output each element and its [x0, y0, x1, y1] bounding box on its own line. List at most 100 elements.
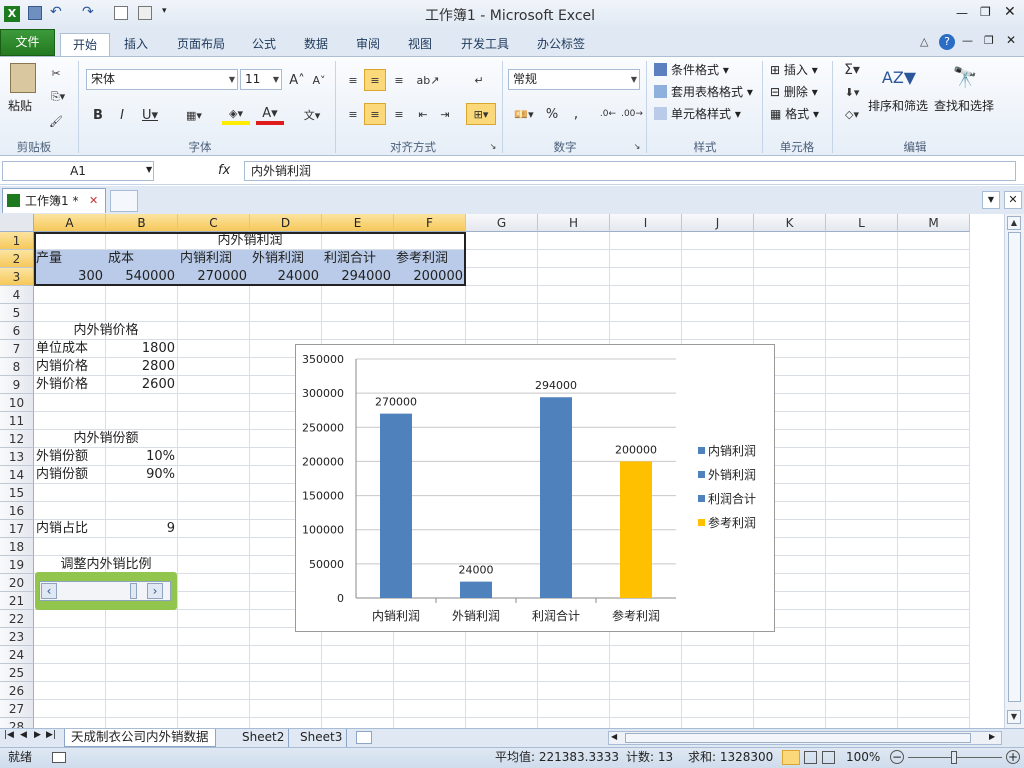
italic-icon[interactable]: I — [114, 107, 130, 123]
row-header[interactable]: 16 — [0, 502, 34, 520]
workbook-close-button[interactable]: ✕ — [1006, 33, 1016, 47]
redo-icon[interactable]: ↷ — [82, 4, 94, 20]
first-sheet-button[interactable]: |◀ — [4, 730, 14, 740]
increase-decimal-icon[interactable]: .0← — [598, 105, 618, 123]
row-header[interactable]: 28 — [0, 718, 34, 728]
row-header[interactable]: 6 — [0, 322, 34, 340]
comma-style-icon[interactable]: , — [568, 105, 584, 123]
cell-B9[interactable]: 2600 — [106, 376, 178, 394]
find-select-icon[interactable]: 🔭 — [950, 61, 980, 93]
row-header[interactable]: 8 — [0, 358, 34, 376]
number-launcher-icon[interactable]: ↘ — [632, 141, 642, 151]
align-bottom-icon[interactable]: ≡ — [390, 71, 408, 89]
sheet-tab-active[interactable]: 天成制衣公司内外销数据 — [64, 729, 216, 747]
scroll-down-button[interactable]: ▼ — [1007, 710, 1021, 724]
workbook-tab[interactable]: 工作簿1 * ✕ — [2, 188, 106, 213]
workbook-restore-button[interactable]: ❐ — [984, 34, 994, 47]
chevron-down-icon[interactable]: ▼ — [146, 165, 152, 174]
cell-A17[interactable]: 内销占比 — [36, 520, 106, 538]
clear-icon[interactable]: ◇▾ — [840, 105, 864, 123]
column-header[interactable]: M — [898, 214, 970, 232]
cut-icon[interactable]: ✂ — [48, 65, 64, 81]
paste-button[interactable]: 粘贴 — [8, 97, 32, 114]
fill-icon[interactable]: ⬇▾ — [840, 83, 864, 101]
cell-A7[interactable]: 单位成本 — [36, 340, 106, 358]
column-header[interactable]: G — [466, 214, 538, 232]
autosum-icon[interactable]: Σ▾ — [840, 61, 864, 79]
sheet-tab[interactable]: Sheet2 — [238, 729, 290, 747]
number-format-combo[interactable]: 常规 ▼ — [508, 69, 640, 90]
vertical-scroll-thumb[interactable] — [1008, 232, 1021, 702]
zoom-out-icon[interactable]: − — [890, 750, 904, 764]
tab-data[interactable]: 数据 — [296, 33, 336, 55]
row-header[interactable]: 19 — [0, 556, 34, 574]
column-header[interactable]: I — [610, 214, 682, 232]
horizontal-scrollbar[interactable]: ◀ ▶ — [608, 731, 1002, 745]
collapse-ribbon-icon[interactable]: △ — [920, 35, 928, 48]
cell-A3[interactable]: 300 — [34, 268, 106, 286]
cell-A8[interactable]: 内销价格 — [36, 358, 106, 376]
align-middle-icon[interactable]: ≡ — [364, 69, 386, 91]
prev-sheet-button[interactable]: ◀ — [20, 730, 27, 740]
cell-B17[interactable]: 9 — [106, 520, 178, 538]
insert-cells-button[interactable]: ⊞ 插入 ▾ — [770, 61, 818, 79]
help-icon[interactable]: ? — [939, 34, 955, 50]
cell-D2[interactable]: 外销利润 — [252, 250, 322, 268]
format-cells-button[interactable]: ▦ 格式 ▾ — [770, 105, 819, 123]
format-as-table-button[interactable]: 套用表格格式 ▾ — [654, 83, 753, 101]
row-header[interactable]: 22 — [0, 610, 34, 628]
font-size-combo[interactable]: 11 ▼ — [240, 69, 282, 90]
column-header[interactable]: F — [394, 214, 466, 232]
cell-F2[interactable]: 参考利润 — [396, 250, 466, 268]
profit-chart[interactable]: 0 50000 100000 150000 200000 250000 300000 3500… — [295, 344, 775, 632]
tab-formulas[interactable]: 公式 — [244, 33, 284, 55]
row-header[interactable]: 1 — [0, 232, 34, 250]
alignment-launcher-icon[interactable]: ↘ — [488, 141, 498, 151]
formula-input[interactable]: 内外销利润 — [244, 161, 1016, 181]
row-header[interactable]: 14 — [0, 466, 34, 484]
page-break-view-icon[interactable] — [822, 751, 835, 764]
restore-button[interactable]: ❐ — [980, 5, 991, 19]
cell-C2[interactable]: 内销利润 — [180, 250, 250, 268]
row-header[interactable]: 12 — [0, 430, 34, 448]
row-header[interactable]: 13 — [0, 448, 34, 466]
column-header[interactable]: B — [106, 214, 178, 232]
scroll-right-icon[interactable]: ▶ — [989, 732, 995, 741]
cell-E3[interactable]: 294000 — [322, 268, 394, 286]
align-right-icon[interactable]: ≡ — [390, 105, 408, 123]
row-header[interactable]: 24 — [0, 646, 34, 664]
column-header[interactable]: C — [178, 214, 250, 232]
copy-icon[interactable] — [114, 6, 128, 20]
undo-icon[interactable]: ↶ — [50, 4, 62, 20]
cell-A2[interactable]: 产量 — [36, 250, 106, 268]
row-header[interactable]: 17 — [0, 520, 34, 538]
copy-format-icon[interactable]: ⎘▾ — [48, 89, 68, 105]
conditional-format-button[interactable]: 条件格式 ▾ — [654, 61, 729, 79]
cell-A9[interactable]: 外销价格 — [36, 376, 106, 394]
scroll-right-button[interactable]: › — [147, 583, 163, 599]
name-box[interactable]: A1 — [2, 161, 154, 181]
scroll-thumb[interactable] — [130, 583, 137, 599]
merge-center-icon[interactable]: ⊞▾ — [466, 103, 496, 125]
increase-indent-icon[interactable]: ⇥ — [436, 105, 454, 123]
cell-A14[interactable]: 内销份额 — [36, 466, 106, 484]
customize-qat-icon[interactable]: ▾ — [162, 6, 167, 16]
sort-filter-icon[interactable]: AZ▼ — [882, 61, 916, 93]
zoom-slider-thumb[interactable] — [951, 751, 957, 764]
wrap-text-icon[interactable]: ↵ — [470, 71, 488, 89]
column-header[interactable]: L — [826, 214, 898, 232]
tab-view[interactable]: 视图 — [400, 33, 440, 55]
next-sheet-button[interactable]: ▶ — [34, 730, 41, 740]
cell-A6[interactable]: 内外销价格 — [34, 322, 178, 340]
row-header[interactable]: 15 — [0, 484, 34, 502]
fill-color-icon[interactable]: ◈▾ — [222, 105, 250, 125]
column-header[interactable]: A — [34, 214, 106, 232]
phonetic-icon[interactable]: 文▾ — [296, 105, 328, 125]
row-header[interactable]: 11 — [0, 412, 34, 430]
scroll-up-button[interactable]: ▲ — [1007, 216, 1021, 230]
close-icon[interactable]: ✕ — [89, 189, 98, 213]
row-header[interactable]: 20 — [0, 574, 34, 592]
close-button[interactable]: ✕ — [1004, 4, 1016, 20]
zoom-level[interactable]: 100% — [846, 748, 880, 767]
cell-B13[interactable]: 10% — [106, 448, 178, 466]
